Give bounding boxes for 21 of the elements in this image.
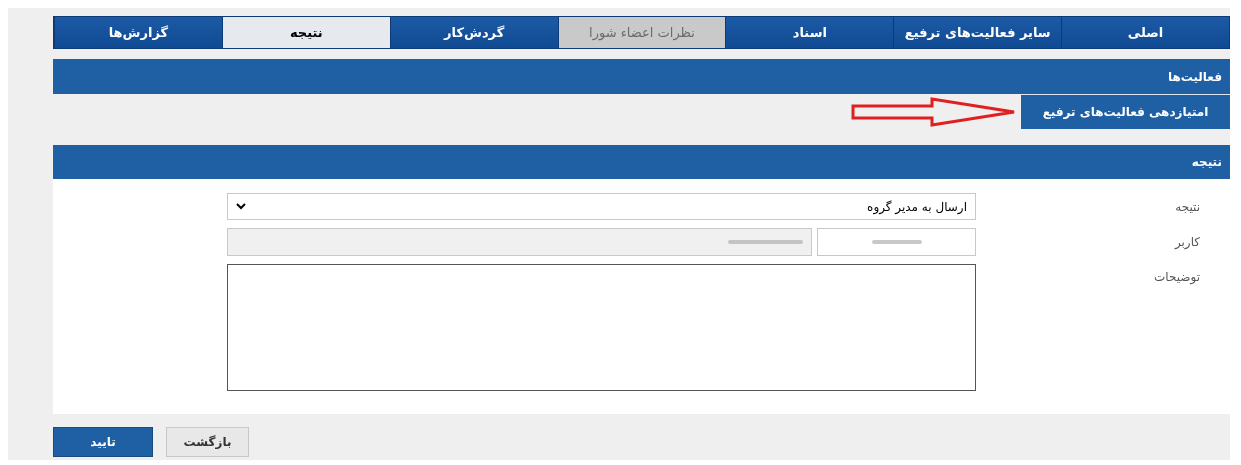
blurred-text-icon (728, 238, 803, 246)
field-label: نتیجه (1174, 198, 1200, 216)
section-title: فعالیت‌ها (1167, 68, 1222, 86)
back-button[interactable]: بازگشت (166, 427, 249, 457)
result-select[interactable]: ارسال به مدیر گروه (227, 193, 976, 220)
chevron-down-icon (236, 203, 246, 210)
field-label: کاربر (1173, 234, 1200, 251)
notes-field[interactable] (227, 264, 976, 391)
confirm-button[interactable]: تایید (53, 427, 153, 457)
blurred-text-icon (871, 238, 922, 246)
tab[interactable]: گردش‌کار (389, 17, 558, 48)
tab[interactable]: گزارش‌ها (54, 17, 222, 48)
tab[interactable]: اصلی (1061, 17, 1229, 48)
activity-button[interactable]: امتیازدهی فعالیت‌های ترفیع (1021, 94, 1230, 129)
select-value: ارسال به مدیر گروه (867, 198, 967, 216)
tab[interactable]: اسناد (725, 17, 894, 48)
tab[interactable]: سایر فعالیت‌های ترفیع (893, 17, 1062, 48)
section-title: نتیجه (1191, 154, 1222, 171)
field-label: توضیحات (1152, 269, 1200, 286)
user-code-field[interactable] (817, 228, 976, 256)
tab[interactable]: نتیجه (221, 17, 390, 48)
